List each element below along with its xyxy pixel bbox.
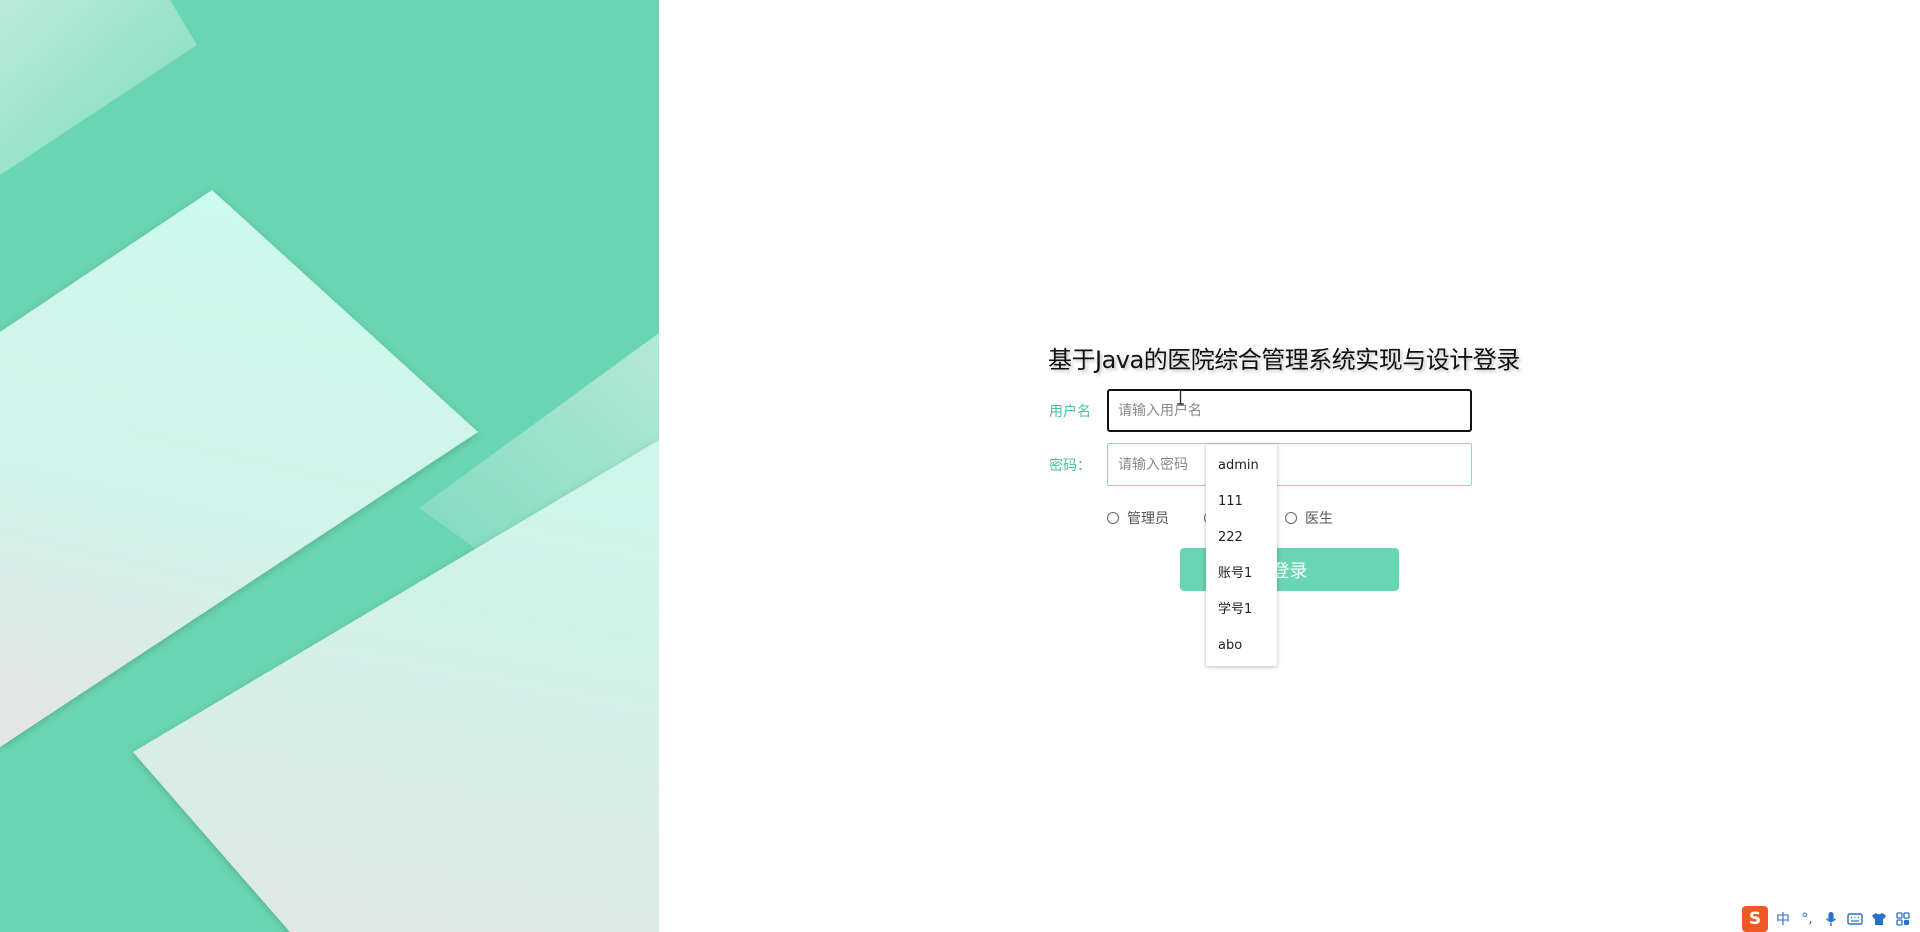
password-input[interactable]	[1107, 443, 1472, 486]
autocomplete-item[interactable]: 账号1	[1206, 556, 1277, 592]
keyboard-icon[interactable]	[1846, 909, 1864, 929]
autocomplete-item[interactable]: admin	[1206, 448, 1277, 484]
skin-shirt-icon[interactable]	[1870, 909, 1888, 929]
text-cursor-icon	[1177, 389, 1184, 405]
ime-mode-toggle[interactable]: 中	[1774, 909, 1792, 929]
radio-circle-icon[interactable]	[1285, 512, 1297, 524]
role-radio-label: 医生	[1305, 511, 1333, 527]
role-radio-admin[interactable]: 管理员	[1107, 508, 1169, 528]
autocomplete-item[interactable]: abo	[1206, 628, 1277, 664]
toolbox-grid-icon[interactable]	[1894, 909, 1912, 929]
username-label: 用户名	[1049, 404, 1091, 420]
username-autocomplete-dropdown: admin 111 222 账号1 学号1 abo	[1206, 444, 1277, 666]
autocomplete-item[interactable]: 学号1	[1206, 592, 1277, 628]
role-radio-label: 管理员	[1127, 511, 1169, 527]
autocomplete-item[interactable]: 111	[1206, 484, 1277, 520]
decorative-background-panel	[0, 0, 659, 932]
role-radio-doctor[interactable]: 医生	[1285, 508, 1333, 528]
page-title: 基于Java的医院综合管理系统实现与设计登录	[1048, 346, 1520, 374]
ime-punctuation-toggle[interactable]: °,	[1798, 909, 1816, 929]
microphone-icon[interactable]	[1822, 909, 1840, 929]
ime-toolbar: S 中 °,	[1742, 906, 1918, 932]
autocomplete-item[interactable]: 222	[1206, 520, 1277, 556]
background-geometric-shapes	[0, 0, 659, 932]
radio-circle-icon[interactable]	[1107, 512, 1119, 524]
login-page: 基于Java的医院综合管理系统实现与设计登录 用户名 密码： 管理员 医生 登录…	[0, 0, 1920, 932]
password-label: 密码：	[1049, 458, 1091, 474]
ime-logo-icon[interactable]: S	[1742, 906, 1768, 932]
role-radio-group: 管理员 医生	[1107, 508, 1527, 528]
username-input[interactable]	[1107, 389, 1472, 432]
